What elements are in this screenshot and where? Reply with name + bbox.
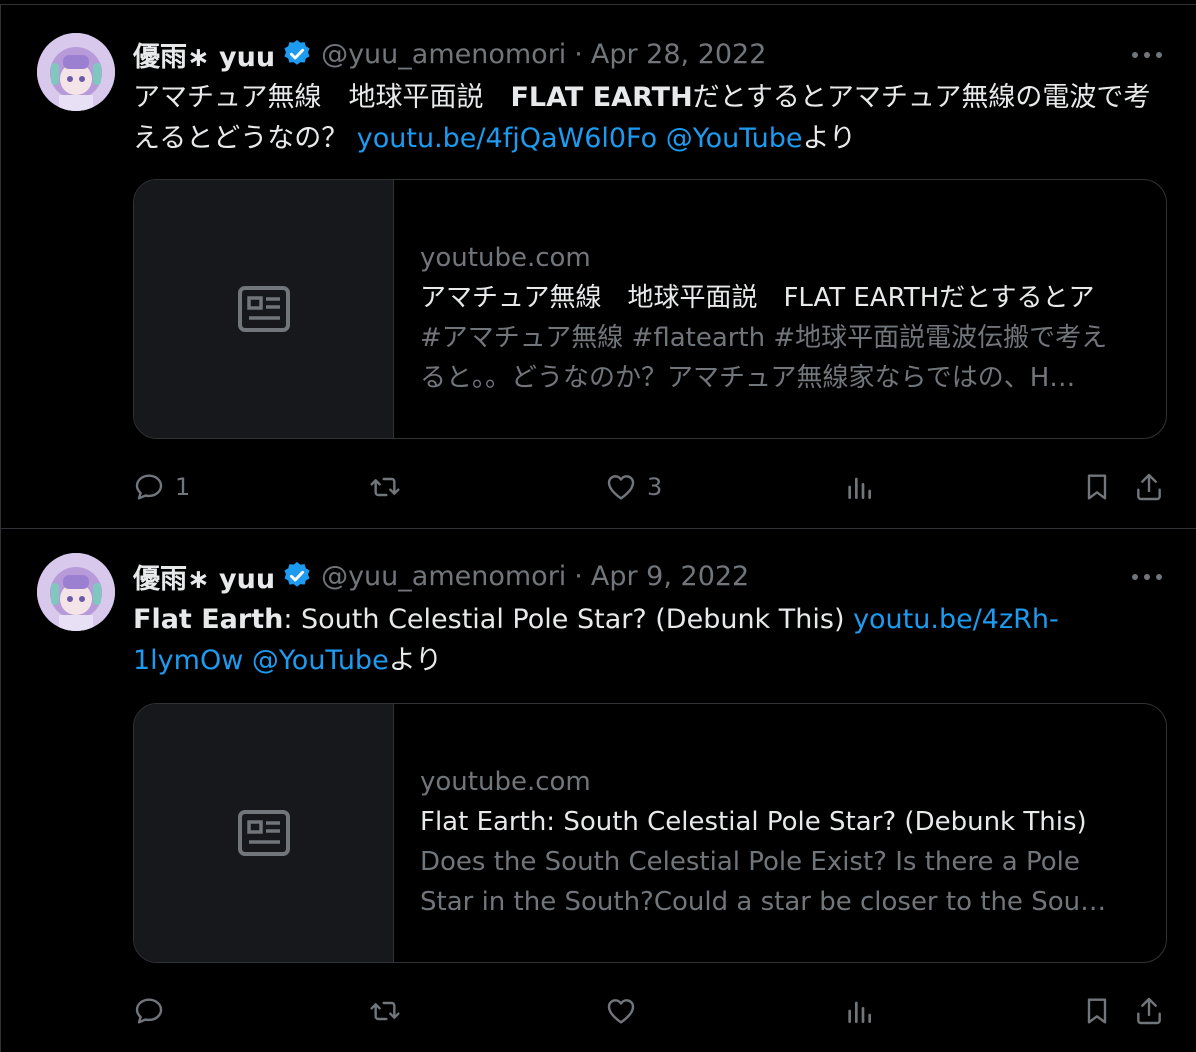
avatar-image (37, 33, 115, 111)
tweet-space (243, 645, 252, 676)
card-description-line: Star in the South?Could a star be closer… (420, 887, 1107, 917)
retweet-button[interactable] (369, 467, 401, 507)
author-name[interactable]: 優雨∗ yuu (133, 557, 275, 596)
reply-icon (135, 998, 163, 1024)
tweet-text-suffix: より (802, 123, 857, 154)
separator: · (574, 38, 583, 70)
link-card[interactable]: youtube.com Flat Earth: South Celestial … (133, 703, 1167, 963)
tweet-text-bold: FLAT EARTH (510, 82, 693, 113)
tweet-mention[interactable]: @YouTube (666, 123, 803, 154)
retweet-button[interactable] (369, 991, 401, 1031)
bookmark-button[interactable] (1081, 991, 1113, 1031)
card-description-line: #アマチュア無線 #flatearth #地球平面説電波伝搬で考え (420, 323, 1108, 353)
card-body: youtube.com Flat Earth: South Celestial … (420, 762, 1150, 922)
tweet-text-part: : South Celestial Pole Star? (Debunk Thi… (283, 604, 854, 635)
tweet-space (657, 123, 666, 154)
heart-icon (607, 475, 635, 500)
card-description: Does the South Celestial Pole Exist? Is … (420, 842, 1150, 922)
tweet-text: アマチュア無線 地球平面説 FLAT EARTHだとするとアマチュア無線の電波で… (133, 77, 1173, 159)
card-domain: youtube.com (420, 767, 591, 797)
tweet-text-suffix: より (388, 645, 443, 676)
card-description-line: Does the South Celestial Pole Exist? Is … (420, 847, 1080, 877)
avatar[interactable] (37, 553, 115, 631)
like-button[interactable] (605, 991, 637, 1031)
share-button[interactable] (1133, 991, 1165, 1031)
retweet-icon (370, 1001, 400, 1021)
verified-badge-icon (284, 562, 310, 587)
article-icon (238, 286, 290, 332)
reply-count: 1 (175, 473, 191, 501)
avatar[interactable] (37, 33, 115, 111)
bookmark-button[interactable] (1081, 467, 1113, 507)
analytics-icon (848, 477, 871, 499)
article-icon (238, 810, 290, 856)
tweet-text: Flat Earth: South Celestial Pole Star? (… (133, 599, 1173, 681)
tweet-1[interactable]: 優雨∗ yuu @yuu_amenomori · Apr 28, 2022 アマ… (0, 4, 1196, 528)
verified-badge-icon (284, 40, 310, 65)
card-domain: youtube.com (420, 243, 591, 273)
share-icon (1137, 473, 1161, 501)
bookmark-icon (1087, 998, 1107, 1024)
tweet-link[interactable]: youtu.be/4fjQaW6l0Fo (357, 123, 657, 154)
heart-icon (607, 999, 635, 1024)
more-icon[interactable] (1127, 565, 1167, 589)
author-handle[interactable]: @yuu_amenomori (321, 561, 566, 592)
tweet-link[interactable]: youtu.be/4zRh- (853, 604, 1059, 635)
views-button[interactable] (843, 467, 875, 507)
author-name[interactable]: 優雨∗ yuu (133, 35, 275, 74)
reply-button[interactable] (133, 991, 165, 1031)
reply-icon (135, 474, 163, 500)
tweet-header: 優雨∗ yuu @yuu_amenomori · Apr 9, 2022 (133, 556, 749, 596)
reply-button[interactable]: 1 (133, 467, 190, 507)
tweet-header: 優雨∗ yuu @yuu_amenomori · Apr 28, 2022 (133, 34, 766, 74)
separator: · (574, 560, 583, 592)
tweet-date[interactable]: Apr 28, 2022 (591, 39, 767, 70)
share-icon (1137, 997, 1161, 1025)
tweet-actions (133, 991, 1173, 1031)
card-title: アマチュア無線 地球平面説 FLAT EARTHだとするとア (420, 283, 1095, 313)
bookmark-icon (1087, 474, 1107, 500)
tweet-2[interactable]: 優雨∗ yuu @yuu_amenomori · Apr 9, 2022 Fla… (0, 528, 1196, 1052)
avatar-image (37, 553, 115, 631)
card-thumbnail (134, 180, 394, 438)
card-description-line: ると。。どうなのか？アマチュア無線家ならではの、H… (420, 363, 1076, 393)
tweet-mention[interactable]: @YouTube (252, 645, 389, 676)
card-thumbnail (134, 704, 394, 962)
tweet-text-part: アマチュア無線 地球平面説 (133, 82, 511, 113)
tweet-text-bold: Flat Earth (133, 604, 284, 635)
share-button[interactable] (1133, 467, 1165, 507)
link-card[interactable]: youtube.com アマチュア無線 地球平面説 FLAT EARTHだとする… (133, 179, 1167, 439)
author-handle[interactable]: @yuu_amenomori (321, 39, 566, 70)
card-description: #アマチュア無線 #flatearth #地球平面説電波伝搬で考え ると。。どう… (420, 318, 1150, 398)
tweet-date[interactable]: Apr 9, 2022 (591, 561, 749, 592)
retweet-icon (370, 477, 400, 497)
analytics-icon (848, 1001, 871, 1023)
card-title: Flat Earth: South Celestial Pole Star? (… (420, 807, 1087, 837)
tweet-link[interactable]: 1lymOw (133, 645, 243, 676)
card-body: youtube.com アマチュア無線 地球平面説 FLAT EARTHだとする… (420, 238, 1150, 398)
more-icon[interactable] (1127, 43, 1167, 67)
like-count: 3 (647, 473, 663, 501)
views-button[interactable] (843, 991, 875, 1031)
tweet-actions: 1 3 (133, 467, 1173, 507)
like-button[interactable]: 3 (605, 467, 662, 507)
